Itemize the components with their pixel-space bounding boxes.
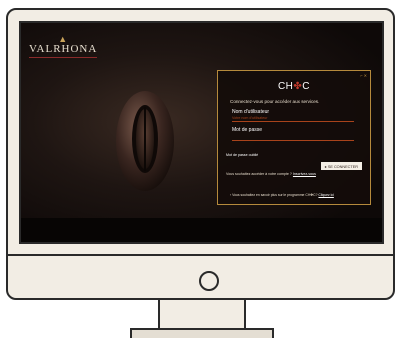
username-input[interactable] bbox=[232, 115, 354, 122]
monitor-bezel: ▲ VALRHONA ⌐ ✕ CH✤C Connectez-vous pour … bbox=[6, 8, 395, 300]
power-button[interactable] bbox=[199, 271, 219, 291]
program-note: › Vous souhaitez en savoir plus sur le p… bbox=[230, 193, 334, 197]
close-icon[interactable]: ⌐ ✕ bbox=[360, 73, 367, 78]
password-label: Mot de passe bbox=[232, 127, 263, 133]
program-note-label: › Vous souhaitez en savoir plus sur le p… bbox=[230, 193, 318, 197]
no-account-label: Vous souhaitez accéder à votre compte ? bbox=[226, 172, 292, 176]
logo-left: CH bbox=[277, 81, 294, 92]
signup-link[interactable]: Inscrivez-vous bbox=[293, 172, 316, 176]
crown-icon: ▲ bbox=[58, 34, 69, 44]
bottom-band bbox=[21, 218, 382, 242]
connect-button[interactable]: ▸ SE CONNECTER bbox=[320, 162, 362, 170]
choc-logo: CH✤C bbox=[218, 81, 370, 92]
login-intro: Connectez-vous pour accéder aux services… bbox=[230, 99, 320, 104]
password-input[interactable] bbox=[232, 134, 354, 141]
forgot-password-link[interactable]: Mot de passe oublié bbox=[226, 153, 258, 157]
monitor-stand-base bbox=[130, 328, 274, 338]
cocoa-bean-graphic bbox=[116, 91, 174, 191]
valrhona-logo[interactable]: ▲ VALRHONA bbox=[29, 34, 98, 58]
logo-emblem-icon: ✤ bbox=[293, 81, 303, 92]
monitor-chin-divider bbox=[8, 254, 393, 256]
logo-right: C bbox=[302, 81, 311, 92]
no-account-text: Vous souhaitez accéder à votre compte ? … bbox=[226, 172, 316, 176]
cocoa-bean-image bbox=[113, 89, 177, 193]
learn-more-link[interactable]: Cliquez ici bbox=[318, 193, 333, 197]
monitor-screen: ▲ VALRHONA ⌐ ✕ CH✤C Connectez-vous pour … bbox=[19, 21, 384, 244]
login-panel: ⌐ ✕ CH✤C Connectez-vous pour accéder aux… bbox=[217, 70, 371, 205]
brand-underline bbox=[29, 57, 98, 58]
brand-name: VALRHONA bbox=[29, 43, 98, 55]
